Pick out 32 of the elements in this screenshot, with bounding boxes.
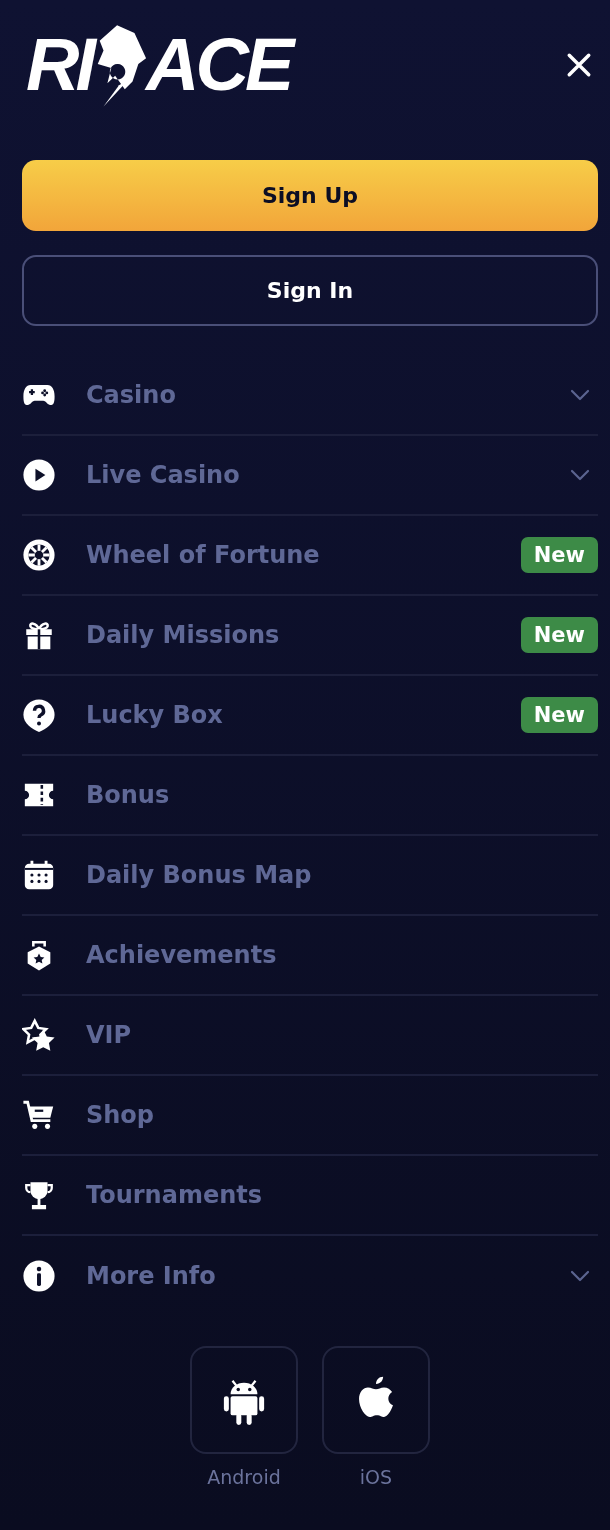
star-icon: [22, 1018, 56, 1052]
new-badge: New: [520, 697, 598, 733]
menu-link[interactable]: Daily Bonus Map: [86, 861, 598, 889]
menu-link[interactable]: Live Casino: [86, 461, 570, 489]
android-app-button[interactable]: [190, 1346, 298, 1454]
wheel-icon: [22, 538, 56, 572]
chevron-down-icon[interactable]: [570, 389, 590, 401]
new-badge: New: [520, 537, 598, 573]
close-button[interactable]: [566, 52, 592, 78]
app-label: iOS: [359, 1466, 393, 1488]
calendar-icon: [22, 858, 56, 892]
ios-app-button[interactable]: [322, 1346, 430, 1454]
new-badge: New: [520, 617, 598, 653]
menu-link[interactable]: Daily Missions: [86, 621, 521, 649]
menu-link[interactable]: Bonus: [86, 781, 598, 809]
sign-in-button[interactable]: Sign In: [22, 255, 598, 326]
question-pin-icon: [22, 698, 56, 732]
info-icon: [22, 1259, 56, 1293]
menu-link[interactable]: Casino: [86, 381, 570, 409]
menu-link[interactable]: VIP: [86, 1021, 598, 1049]
play-icon: [22, 458, 56, 492]
chevron-down-icon[interactable]: [570, 469, 590, 481]
cart-icon: [22, 1098, 56, 1132]
menu-link[interactable]: Tournaments: [86, 1181, 598, 1209]
chevron-down-icon[interactable]: [570, 1270, 590, 1282]
sign-up-button[interactable]: Sign Up: [22, 160, 598, 231]
menu-link[interactable]: More Info: [86, 1262, 570, 1290]
menu-link[interactable]: Shop: [86, 1101, 598, 1129]
menu-link[interactable]: Lucky Box: [86, 701, 521, 729]
menu-link[interactable]: Wheel of Fortune: [86, 541, 521, 569]
app-label: Android: [207, 1466, 281, 1488]
menu-link[interactable]: Achievements: [86, 941, 598, 969]
